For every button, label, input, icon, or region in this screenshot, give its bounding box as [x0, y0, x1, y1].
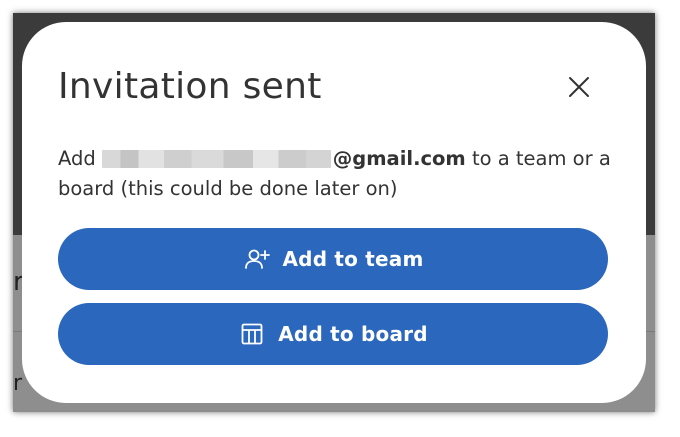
dialog-title: Invitation sent — [58, 66, 322, 107]
add-to-board-label: Add to board — [278, 322, 428, 346]
board-icon — [238, 320, 266, 348]
add-to-team-button[interactable]: Add to team — [58, 228, 608, 290]
invitation-message: Add @gmail.com to a team or a board (this… — [58, 144, 618, 204]
redacted-email-local-part — [101, 150, 331, 168]
email-domain: @gmail.com — [332, 147, 466, 170]
close-button[interactable] — [562, 70, 596, 104]
add-user-icon — [243, 245, 271, 273]
invitation-sent-dialog: Invitation sent Add @gmail.com to a team … — [22, 22, 646, 403]
add-to-board-button[interactable]: Add to board — [58, 303, 608, 365]
close-icon — [569, 77, 589, 97]
backdrop-partial-text: r — [13, 371, 23, 396]
message-prefix: Add — [58, 147, 96, 170]
add-to-team-label: Add to team — [282, 247, 424, 271]
